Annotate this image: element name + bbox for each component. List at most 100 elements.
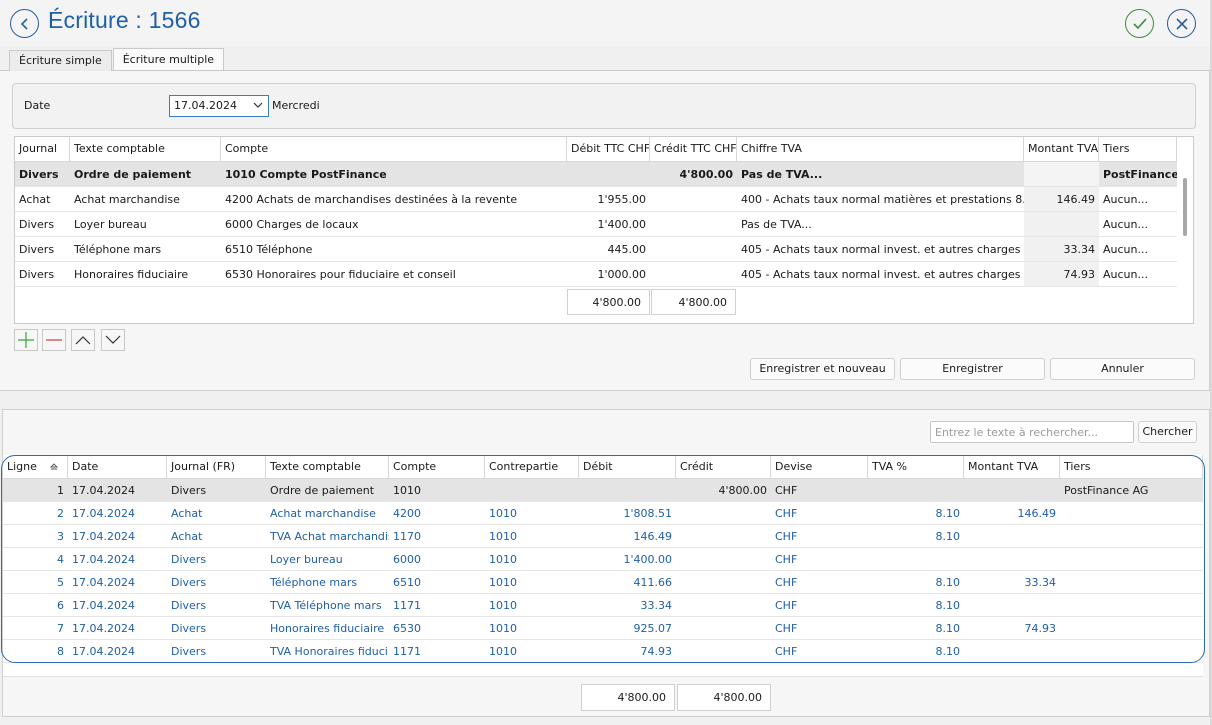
- close-icon: [1175, 17, 1188, 30]
- remove-row-button[interactable]: [42, 329, 66, 351]
- cell: [1024, 212, 1099, 237]
- column-header[interactable]: Crédit: [676, 455, 771, 478]
- entry-row[interactable]: Divers Honoraires fiduciaire 6530 Honora…: [15, 262, 1177, 287]
- entry-row[interactable]: Divers Loyer bureau 6000 Charges de loca…: [15, 212, 1177, 237]
- column-header[interactable]: Journal: [15, 137, 70, 161]
- cell: 1'000.00: [567, 262, 650, 287]
- table-row[interactable]: 5 17.04.2024 Divers Téléphone mars 6510 …: [3, 571, 1203, 594]
- column-header[interactable]: TVA %: [868, 455, 964, 478]
- column-header[interactable]: Chiffre TVA: [737, 137, 1024, 161]
- column-header[interactable]: Montant TVA: [1024, 137, 1099, 161]
- column-header[interactable]: Devise: [771, 455, 868, 478]
- cell: 17.04.2024: [72, 484, 135, 497]
- cell: 5: [57, 576, 64, 589]
- add-row-button[interactable]: [14, 329, 38, 351]
- date-picker[interactable]: 17.04.2024: [169, 95, 269, 117]
- cell: 8.10: [935, 645, 961, 658]
- column-header[interactable]: Montant TVA: [964, 455, 1060, 478]
- sort-icon: [49, 463, 59, 470]
- column-header[interactable]: Contrepartie: [485, 455, 579, 478]
- cell: 17.04.2024: [72, 622, 135, 635]
- search-button[interactable]: Chercher: [1138, 421, 1197, 443]
- cell: Aucun...: [1099, 212, 1177, 237]
- column-header[interactable]: Texte comptable: [70, 137, 221, 161]
- entry-row[interactable]: Divers Ordre de paiement 1010 Compte Pos…: [15, 162, 1177, 187]
- cell: TVA Honoraires fiduci...: [270, 645, 389, 658]
- column-header[interactable]: Compte: [389, 455, 485, 478]
- cell: 33.34: [1024, 237, 1099, 262]
- entry-grid-header: Journal Texte comptable Compte Débit TTC…: [15, 137, 1177, 162]
- search-input[interactable]: [930, 421, 1134, 443]
- confirm-button[interactable]: [1125, 9, 1154, 38]
- save-button[interactable]: Enregistrer: [900, 358, 1045, 380]
- column-header[interactable]: Ligne: [3, 455, 68, 478]
- column-header[interactable]: Tiers: [1099, 137, 1177, 161]
- table-row[interactable]: 6 17.04.2024 Divers TVA Téléphone mars 1…: [3, 594, 1203, 617]
- cell: [579, 479, 676, 501]
- cell: 1'808.51: [623, 507, 672, 520]
- entry-row[interactable]: Divers Téléphone mars 6510 Téléphone 445…: [15, 237, 1177, 262]
- scrollbar-thumb[interactable]: [1183, 178, 1187, 236]
- cell: 4: [57, 553, 64, 566]
- lines-total-debit: 4'800.00: [581, 684, 675, 711]
- cell: Divers: [15, 162, 70, 187]
- cell: Achat marchandise: [70, 187, 221, 212]
- vertical-scrollbar[interactable]: [1179, 163, 1193, 283]
- close-button[interactable]: [1167, 9, 1196, 38]
- cell: Divers: [171, 576, 207, 589]
- cell: 4200: [393, 507, 421, 520]
- cell: [1060, 571, 1203, 593]
- cancel-button[interactable]: Annuler: [1050, 358, 1195, 380]
- entry-grid: Journal Texte comptable Compte Débit TTC…: [14, 136, 1194, 324]
- tab-ecriture-simple[interactable]: Écriture simple: [9, 50, 112, 71]
- column-header[interactable]: Tiers: [1060, 455, 1203, 478]
- table-row[interactable]: 2 17.04.2024 Achat Achat marchandise 420…: [3, 502, 1203, 525]
- cell: [1060, 594, 1203, 616]
- move-down-button[interactable]: [101, 329, 125, 351]
- cell: 2: [57, 507, 64, 520]
- back-button[interactable]: [10, 9, 39, 38]
- move-up-button[interactable]: [71, 329, 95, 351]
- cell: 445.00: [567, 237, 650, 262]
- cell: Achat: [171, 507, 203, 520]
- save-and-new-button[interactable]: Enregistrer et nouveau: [750, 358, 895, 380]
- table-row[interactable]: 1 17.04.2024 Divers Ordre de paiement 10…: [3, 479, 1203, 502]
- tab-ecriture-multiple[interactable]: Écriture multiple: [112, 48, 225, 70]
- cell: [964, 479, 1060, 501]
- table-row[interactable]: 7 17.04.2024 Divers Honoraires fiduciair…: [3, 617, 1203, 640]
- cell: 1010 Compte PostFinance: [221, 162, 567, 187]
- column-header[interactable]: Texte comptable: [266, 455, 389, 478]
- cell: [676, 502, 771, 524]
- cell: [650, 212, 737, 237]
- column-header[interactable]: Journal (FR): [167, 455, 266, 478]
- cell: 33.34: [640, 599, 673, 612]
- table-row[interactable]: 3 17.04.2024 Achat TVA Achat marchandise…: [3, 525, 1203, 548]
- minus-icon: [46, 339, 62, 341]
- cell: Achat: [15, 187, 70, 212]
- cell: 17.04.2024: [72, 530, 135, 543]
- page-title: Écriture : 1566: [48, 7, 201, 33]
- cell: Loyer bureau: [270, 553, 343, 566]
- cell: 1010: [489, 530, 517, 543]
- column-header[interactable]: Débit TTC CHF: [567, 137, 650, 161]
- cell: [676, 525, 771, 547]
- cell: Ordre de paiement: [70, 162, 221, 187]
- cell: 146.49: [1024, 187, 1099, 212]
- column-header[interactable]: Débit: [579, 455, 676, 478]
- cell: [676, 640, 771, 662]
- column-header[interactable]: Date: [68, 455, 167, 478]
- column-header[interactable]: Crédit TTC CHF: [650, 137, 737, 161]
- cell: 8.10: [935, 507, 961, 520]
- cell: 1010: [489, 576, 517, 589]
- cell: Téléphone mars: [270, 576, 358, 589]
- column-header[interactable]: Compte: [221, 137, 567, 161]
- cell: Divers: [171, 599, 207, 612]
- cell: [676, 571, 771, 593]
- cell: 1'955.00: [567, 187, 650, 212]
- entry-row[interactable]: Achat Achat marchandise 4200 Achats de m…: [15, 187, 1177, 212]
- cell: CHF: [775, 507, 798, 520]
- table-row[interactable]: 8 17.04.2024 Divers TVA Honoraires fiduc…: [3, 640, 1203, 663]
- table-row[interactable]: 4 17.04.2024 Divers Loyer bureau 6000 10…: [3, 548, 1203, 571]
- window-header: Écriture : 1566: [0, 0, 1212, 46]
- cell: CHF: [775, 553, 798, 566]
